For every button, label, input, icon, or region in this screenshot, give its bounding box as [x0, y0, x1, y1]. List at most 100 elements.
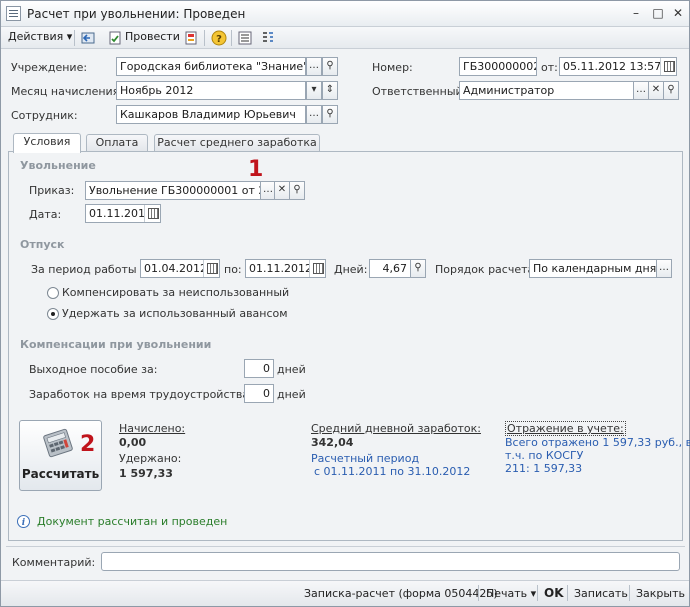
back-arrow-icon[interactable]	[80, 30, 96, 46]
calc-period-label[interactable]: Расчетный период	[311, 452, 419, 465]
tab-average-earnings[interactable]: Расчет среднего заработка	[154, 134, 320, 152]
select-responsible-button[interactable]: …	[633, 81, 649, 100]
svg-text:?: ?	[216, 34, 222, 45]
calc-order-field[interactable]: По календарным дням	[529, 259, 657, 278]
actions-menu[interactable]: Действия ▾	[8, 30, 72, 43]
responsible-label: Ответственный:	[372, 85, 467, 98]
post-button[interactable]: Провести	[125, 30, 180, 43]
search-icon[interactable]: ⚲	[663, 81, 679, 100]
settlement-note-button[interactable]: Записка-расчет (форма 0504425)	[304, 587, 498, 600]
divider	[6, 546, 685, 547]
order-field[interactable]: Увольнение ГБ300000001 от 28.0	[85, 181, 263, 200]
help-icon[interactable]: ?	[211, 30, 227, 46]
month-field[interactable]: Ноябрь 2012	[116, 81, 306, 100]
period-label: За период работы с:	[31, 263, 150, 276]
document-window: Расчет при увольнении: Проведен – □ ✕ Де…	[0, 0, 690, 607]
save-button[interactable]: Записать	[574, 587, 628, 600]
calendar-icon[interactable]	[203, 260, 219, 277]
list-view-icon[interactable]	[237, 30, 253, 46]
calc-period-value[interactable]: с 01.11.2011 по 31.10.2012	[314, 465, 470, 478]
avg-earnings-label: Средний дневной заработок:	[311, 422, 481, 435]
reflection-line-2[interactable]: т.ч. по КОСГУ	[505, 449, 583, 462]
accrued-label: Начислено:	[119, 422, 186, 435]
comment-label: Комментарий:	[12, 556, 96, 569]
document-icon	[6, 6, 21, 21]
withhold-label: Удержать за использованный авансом	[62, 307, 288, 320]
accounting-reflection-label[interactable]: Отражение в учете:	[505, 421, 626, 436]
date-from-label: от:	[541, 61, 558, 74]
order-label: Приказ:	[29, 184, 75, 197]
comment-field[interactable]	[101, 552, 680, 571]
responsible-field[interactable]: Администратор	[459, 81, 635, 100]
calculate-button-label: Рассчитать	[21, 467, 100, 481]
period-to-label: по:	[224, 263, 242, 276]
reflection-line-3[interactable]: 211: 1 597,33	[505, 462, 582, 475]
document-flag-icon[interactable]	[183, 30, 199, 46]
institution-label: Учреждение:	[11, 61, 88, 74]
toolbar-separator	[478, 585, 479, 601]
calendar-icon[interactable]	[309, 260, 325, 277]
tab-conditions[interactable]: Условия	[13, 133, 81, 153]
bottom-bar: Записка-расчет (форма 0504425) Печать ▾ …	[1, 580, 689, 606]
search-icon[interactable]: ⚲	[289, 181, 305, 200]
dismissal-section-title: Увольнение	[20, 159, 96, 172]
withheld-value: 1 597,33	[119, 467, 173, 480]
toolbar-separator	[567, 585, 568, 601]
status-message: Документ рассчитан и проведен	[37, 515, 228, 528]
select-institution-button[interactable]: …	[306, 57, 322, 76]
severance-unit: дней	[277, 363, 306, 376]
toolbar-separator	[231, 30, 232, 46]
toolbar-separator	[537, 585, 538, 601]
employee-field[interactable]: Кашкаров Владимир Юрьевич	[116, 105, 306, 124]
select-employee-button[interactable]: …	[306, 105, 322, 124]
reflection-line-1[interactable]: Всего отражено 1 597,33 руб., в	[505, 436, 690, 449]
window-title: Расчет при увольнении: Проведен	[27, 7, 246, 21]
employment-field[interactable]: 0	[244, 384, 274, 403]
days-label: Дней:	[334, 263, 368, 276]
severance-field[interactable]: 0	[244, 359, 274, 378]
maximize-icon[interactable]: □	[650, 7, 666, 21]
tab-payment[interactable]: Оплата	[86, 134, 148, 152]
toolbar-separator	[204, 30, 205, 46]
employment-label: Заработок на время трудоустройства за:	[29, 388, 269, 401]
select-calc-order-button[interactable]: …	[656, 259, 672, 278]
vacation-section-title: Отпуск	[20, 238, 65, 251]
days-field[interactable]: 4,67	[369, 259, 411, 278]
withheld-label: Удержано:	[119, 452, 182, 465]
annotation-1: 1	[248, 157, 264, 182]
close-icon[interactable]: ✕	[670, 7, 686, 21]
month-label: Месяц начисления:	[11, 85, 123, 98]
clear-icon[interactable]: ✕	[648, 81, 664, 100]
withhold-radio[interactable]	[47, 308, 59, 320]
compensate-radio[interactable]	[47, 287, 59, 299]
search-icon[interactable]: ⚲	[410, 259, 426, 278]
title-bar: Расчет при увольнении: Проведен – □ ✕	[1, 1, 689, 27]
severance-label: Выходное пособие за:	[29, 363, 158, 376]
minimize-icon[interactable]: –	[628, 7, 644, 21]
toolbar-separator	[629, 585, 630, 601]
calendar-icon[interactable]	[660, 58, 676, 75]
structure-icon[interactable]	[260, 30, 276, 46]
toolbar: Действия ▾ Провести ?	[1, 27, 689, 49]
month-dropdown-icon[interactable]: ▾	[306, 81, 322, 100]
close-button[interactable]: Закрыть	[636, 587, 685, 600]
number-label: Номер:	[372, 61, 413, 74]
search-icon[interactable]: ⚲	[322, 105, 338, 124]
ok-button[interactable]: OK	[544, 586, 564, 600]
print-menu-button[interactable]: Печать ▾	[486, 587, 536, 600]
calculator-icon	[43, 428, 73, 458]
employee-label: Сотрудник:	[11, 109, 78, 122]
search-icon[interactable]: ⚲	[322, 57, 338, 76]
month-spin-icon[interactable]: ⇕	[322, 81, 338, 100]
number-field[interactable]: ГБ300000002	[459, 57, 537, 76]
info-icon: i	[17, 515, 30, 528]
institution-field[interactable]: Городская библиотека "Знание"	[116, 57, 306, 76]
employment-unit: дней	[277, 388, 306, 401]
compensate-label: Компенсировать за неиспользованный	[62, 286, 290, 299]
calendar-icon[interactable]	[144, 205, 160, 222]
annotation-2: 2	[80, 432, 96, 457]
post-document-icon[interactable]	[107, 30, 123, 46]
compensation-section-title: Компенсации при увольнении	[20, 338, 212, 351]
toolbar-separator	[74, 30, 75, 46]
clear-icon[interactable]: ✕	[274, 181, 290, 200]
